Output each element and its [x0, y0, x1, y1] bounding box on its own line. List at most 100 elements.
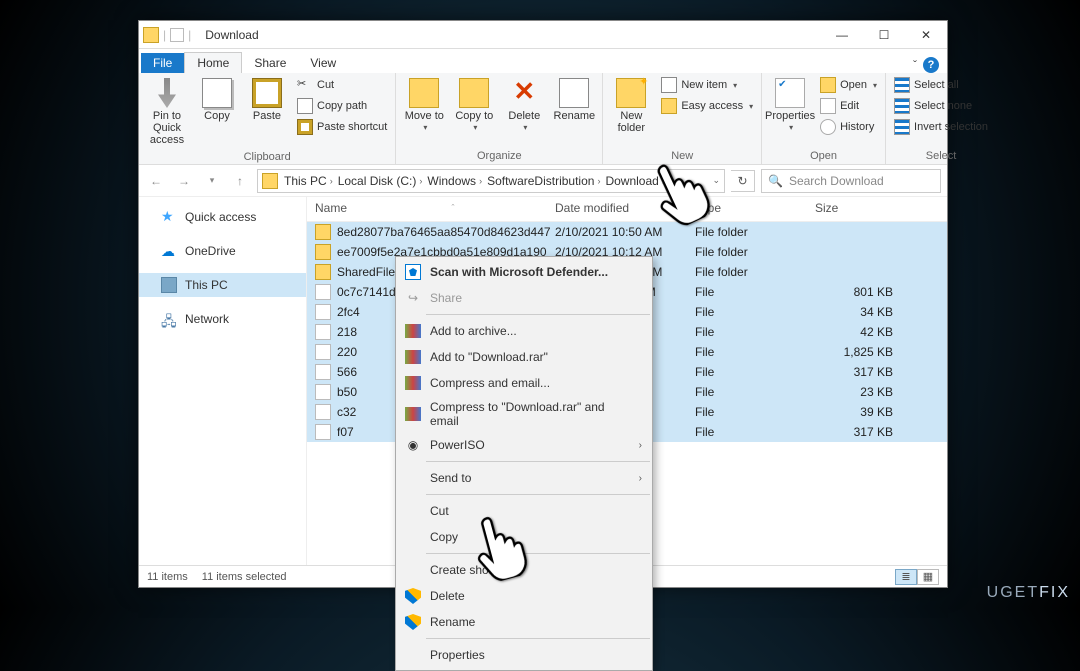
refresh-button[interactable]: ↻ [731, 170, 755, 192]
folder-icon [315, 244, 331, 260]
ctx-send-to[interactable]: Send to› [398, 465, 650, 491]
nav-quick-access[interactable]: ★Quick access [139, 205, 306, 229]
address-dropdown-icon[interactable]: ⌄ [712, 175, 720, 186]
collapse-ribbon-icon[interactable]: ˇ [913, 58, 917, 72]
select-none-button[interactable]: Select none [890, 96, 992, 116]
file-name: 2fc4 [337, 305, 360, 319]
pin-quick-access-button[interactable]: Pin to Quick access [143, 75, 191, 149]
open-icon [820, 77, 836, 93]
shield-icon [404, 613, 422, 631]
ctx-compress-email[interactable]: Compress and email... [398, 370, 650, 396]
ctx-separator [426, 461, 650, 462]
move-to-button[interactable]: Move to [400, 75, 448, 136]
file-name: b50 [337, 385, 357, 399]
crumb: This PC› [284, 174, 336, 188]
file-icon [315, 324, 331, 340]
ctx-poweriso[interactable]: ◉PowerISO› [398, 432, 650, 458]
file-type: File [695, 385, 815, 399]
tab-home[interactable]: Home [184, 52, 242, 73]
qat-sep: | [163, 28, 166, 42]
ctx-separator [426, 638, 650, 639]
defender-icon [404, 263, 422, 281]
ctx-add-archive[interactable]: Add to archive... [398, 318, 650, 344]
file-name: 220 [337, 345, 357, 359]
view-details-button[interactable]: ≣ [895, 569, 917, 585]
properties-button[interactable]: Properties [766, 75, 814, 136]
table-row[interactable]: 8ed28077ba76465aa85470d84623d4472/10/202… [307, 222, 947, 242]
tab-view[interactable]: View [298, 53, 348, 73]
new-item-button[interactable]: New item [657, 75, 757, 95]
file-type: File folder [695, 265, 815, 279]
col-name[interactable]: Nameˆ [315, 201, 555, 215]
back-button[interactable]: ← [145, 170, 167, 192]
close-button[interactable]: ✕ [905, 21, 947, 49]
file-type: File [695, 365, 815, 379]
selectall-icon [894, 77, 910, 93]
select-all-button[interactable]: Select all [890, 75, 992, 95]
search-box[interactable]: 🔍 Search Download [761, 169, 941, 193]
newitem-icon [661, 77, 677, 93]
address-bar[interactable]: This PC› Local Disk (C:)› Windows› Softw… [257, 169, 725, 193]
ctx-create-shortcut[interactable]: Create shortcut [398, 557, 650, 583]
nav-onedrive[interactable]: ☁OneDrive [139, 239, 306, 263]
ctx-cut[interactable]: Cut [398, 498, 650, 524]
ctx-scan-defender[interactable]: Scan with Microsoft Defender... [398, 259, 650, 285]
folder-icon [315, 224, 331, 240]
view-toggle: ≣ ▦ [895, 569, 939, 585]
delete-button[interactable]: ✕Delete [500, 75, 548, 136]
easy-access-button[interactable]: Easy access [657, 96, 757, 116]
file-name: 8ed28077ba76465aa85470d84623d447 [337, 225, 551, 239]
paste-button[interactable]: Paste [243, 75, 291, 125]
history-button[interactable]: History [816, 117, 881, 137]
ctx-rename[interactable]: Rename [398, 609, 650, 635]
copy-button[interactable]: Copy [193, 75, 241, 125]
up-button[interactable]: ↑ [229, 170, 251, 192]
file-type: File [695, 345, 815, 359]
minimize-button[interactable]: — [821, 21, 863, 49]
edit-button[interactable]: Edit [816, 96, 881, 116]
copy-to-button[interactable]: Copy to [450, 75, 498, 136]
forward-button[interactable]: → [173, 170, 195, 192]
file-type: File [695, 285, 815, 299]
tab-share[interactable]: Share [242, 53, 298, 73]
new-folder-button[interactable]: New folder [607, 75, 655, 137]
col-size[interactable]: Size [815, 201, 905, 215]
file-size: 39 KB [815, 405, 905, 419]
winrar-icon [404, 322, 422, 340]
context-menu: Scan with Microsoft Defender... ↪Share A… [395, 256, 653, 671]
open-button[interactable]: Open [816, 75, 881, 95]
nav-this-pc[interactable]: This PC [139, 273, 306, 297]
network-icon: 🖧 [161, 311, 177, 327]
invert-selection-button[interactable]: Invert selection [890, 117, 992, 137]
ctx-delete[interactable]: Delete [398, 583, 650, 609]
view-large-button[interactable]: ▦ [917, 569, 939, 585]
crumb: Local Disk (C:)› [338, 174, 426, 188]
copypath-icon [297, 98, 313, 114]
col-date[interactable]: Date modified [555, 201, 695, 215]
ctx-properties[interactable]: Properties [398, 642, 650, 668]
ctx-copy[interactable]: Copy [398, 524, 650, 550]
copy-path-button[interactable]: Copy path [293, 96, 391, 116]
file-type: File folder [695, 225, 815, 239]
recent-button[interactable]: ▾ [201, 170, 223, 192]
ctx-compress-rar-email[interactable]: Compress to "Download.rar" and email [398, 396, 650, 432]
shield-icon [404, 587, 422, 605]
paste-shortcut-button[interactable]: Paste shortcut [293, 117, 391, 137]
file-size: 23 KB [815, 385, 905, 399]
help-icon[interactable]: ? [923, 57, 939, 73]
tab-file[interactable]: File [141, 53, 184, 73]
nav-network[interactable]: 🖧Network [139, 307, 306, 331]
ctx-add-rar[interactable]: Add to "Download.rar" [398, 344, 650, 370]
col-type[interactable]: Type [695, 201, 815, 215]
cut-button[interactable]: ✂Cut [293, 75, 391, 95]
file-size: 317 KB [815, 365, 905, 379]
file-icon [315, 384, 331, 400]
maximize-button[interactable]: ☐ [863, 21, 905, 49]
status-item-count: 11 items [147, 571, 188, 583]
crumb: SoftwareDistribution› [487, 174, 603, 188]
copyto-icon [459, 78, 489, 108]
qat-item[interactable] [170, 28, 184, 42]
navigation-pane: ★Quick access ☁OneDrive This PC 🖧Network [139, 197, 307, 565]
rename-button[interactable]: Rename [550, 75, 598, 125]
ctx-separator [426, 314, 650, 315]
